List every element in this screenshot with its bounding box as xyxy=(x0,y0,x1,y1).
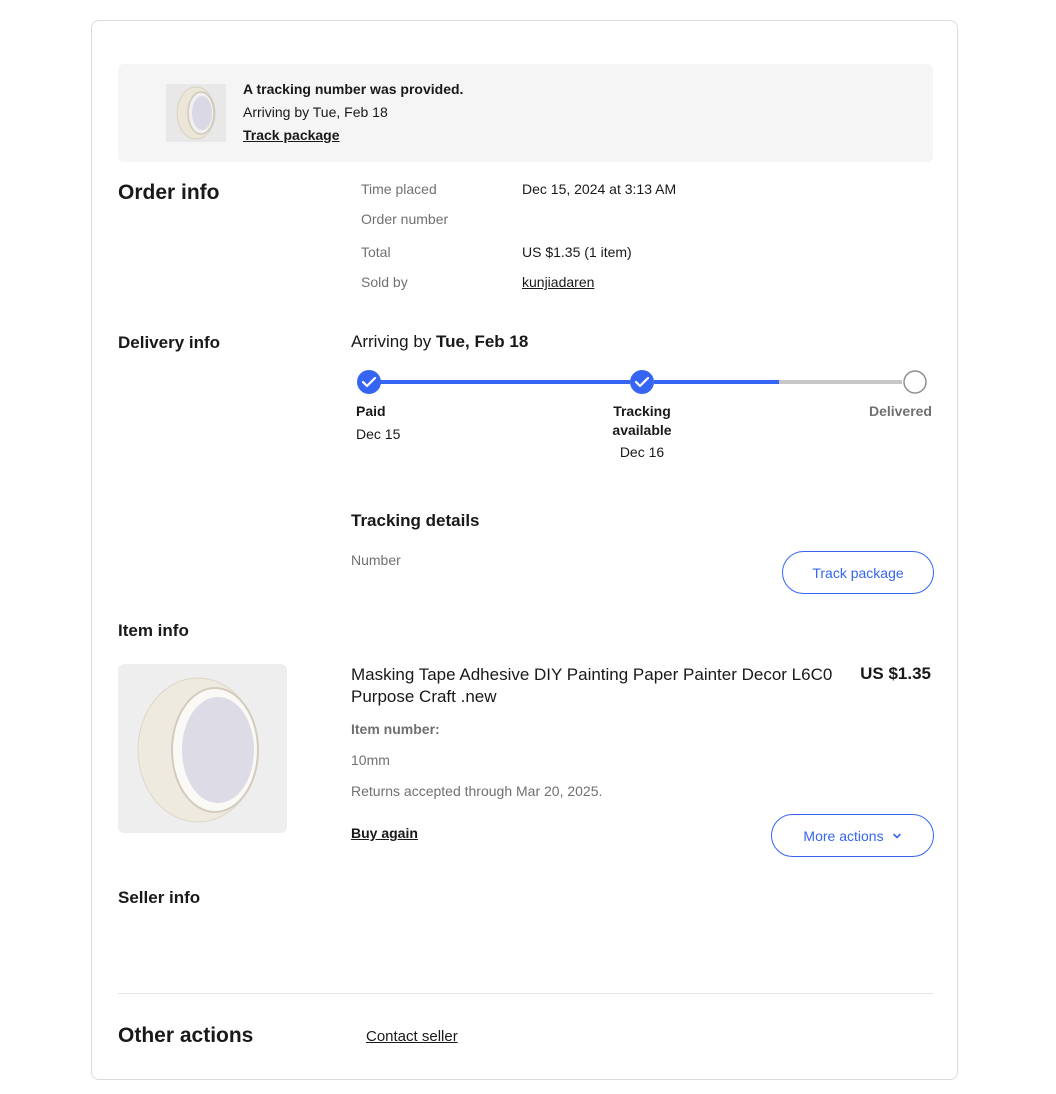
total-label: Total xyxy=(361,244,391,260)
step-delivered-label: Delivered xyxy=(868,403,932,419)
chevron-down-icon xyxy=(892,833,901,838)
order-number-label: Order number xyxy=(361,211,449,227)
more-actions-button[interactable]: More actions xyxy=(771,814,934,857)
tracking-banner: A tracking number was provided. Arriving… xyxy=(118,64,933,162)
step-tracking-date: Dec 16 xyxy=(619,444,665,460)
banner-track-package-link[interactable]: Track package xyxy=(243,124,340,147)
item-returns-policy: Returns accepted through Mar 20, 2025. xyxy=(351,783,603,799)
step-delivered-circle-icon xyxy=(903,370,927,394)
buy-again-link[interactable]: Buy again xyxy=(351,825,418,841)
item-number-label: Item number: xyxy=(351,721,440,737)
order-info-title: Order info xyxy=(118,181,220,204)
tracking-details-title: Tracking details xyxy=(351,511,480,530)
delivery-info-title: Delivery info xyxy=(118,333,221,352)
item-title-link[interactable]: Masking Tape Adhesive DIY Painting Paper… xyxy=(351,664,841,708)
step-paid-date: Dec 15 xyxy=(356,426,401,442)
item-info-title: Item info xyxy=(118,621,189,640)
section-divider xyxy=(118,993,933,994)
order-details-card: A tracking number was provided. Arriving… xyxy=(91,20,958,1080)
seller-info-title: Seller info xyxy=(118,888,201,907)
tracking-number-label: Number xyxy=(351,552,401,568)
banner-arrival: Arriving by Tue, Feb 18 xyxy=(243,104,388,120)
step-paid-check-icon xyxy=(357,370,381,394)
banner-headline: A tracking number was provided. xyxy=(243,81,464,97)
seller-link[interactable]: kunjiadaren xyxy=(522,274,594,290)
arriving-prefix: Arriving by xyxy=(351,332,437,351)
track-package-button[interactable]: Track package xyxy=(782,551,934,594)
contact-seller-link[interactable]: Contact seller xyxy=(366,1028,458,1045)
delivery-progress-tracker xyxy=(357,370,927,394)
step-tracking-check-icon xyxy=(630,370,654,394)
more-actions-label: More actions xyxy=(803,827,884,844)
other-actions-title: Other actions xyxy=(118,1024,254,1047)
sold-by-label: Sold by xyxy=(361,274,408,290)
delivery-arriving: Arriving by Tue, Feb 18 xyxy=(351,332,528,352)
time-placed-label: Time placed xyxy=(361,181,437,197)
time-placed-value: Dec 15, 2024 at 3:13 AM xyxy=(522,181,677,197)
arriving-date: Tue, Feb 18 xyxy=(436,332,529,351)
item-price: US $1.35 xyxy=(860,664,931,683)
total-value: US $1.35 (1 item) xyxy=(522,244,632,260)
step-tracking-label: Tracking available xyxy=(612,403,672,438)
banner-item-thumbnail xyxy=(166,84,226,142)
item-image[interactable] xyxy=(118,664,287,833)
step-paid-label: Paid xyxy=(356,403,386,419)
item-variant: 10mm xyxy=(351,752,390,768)
